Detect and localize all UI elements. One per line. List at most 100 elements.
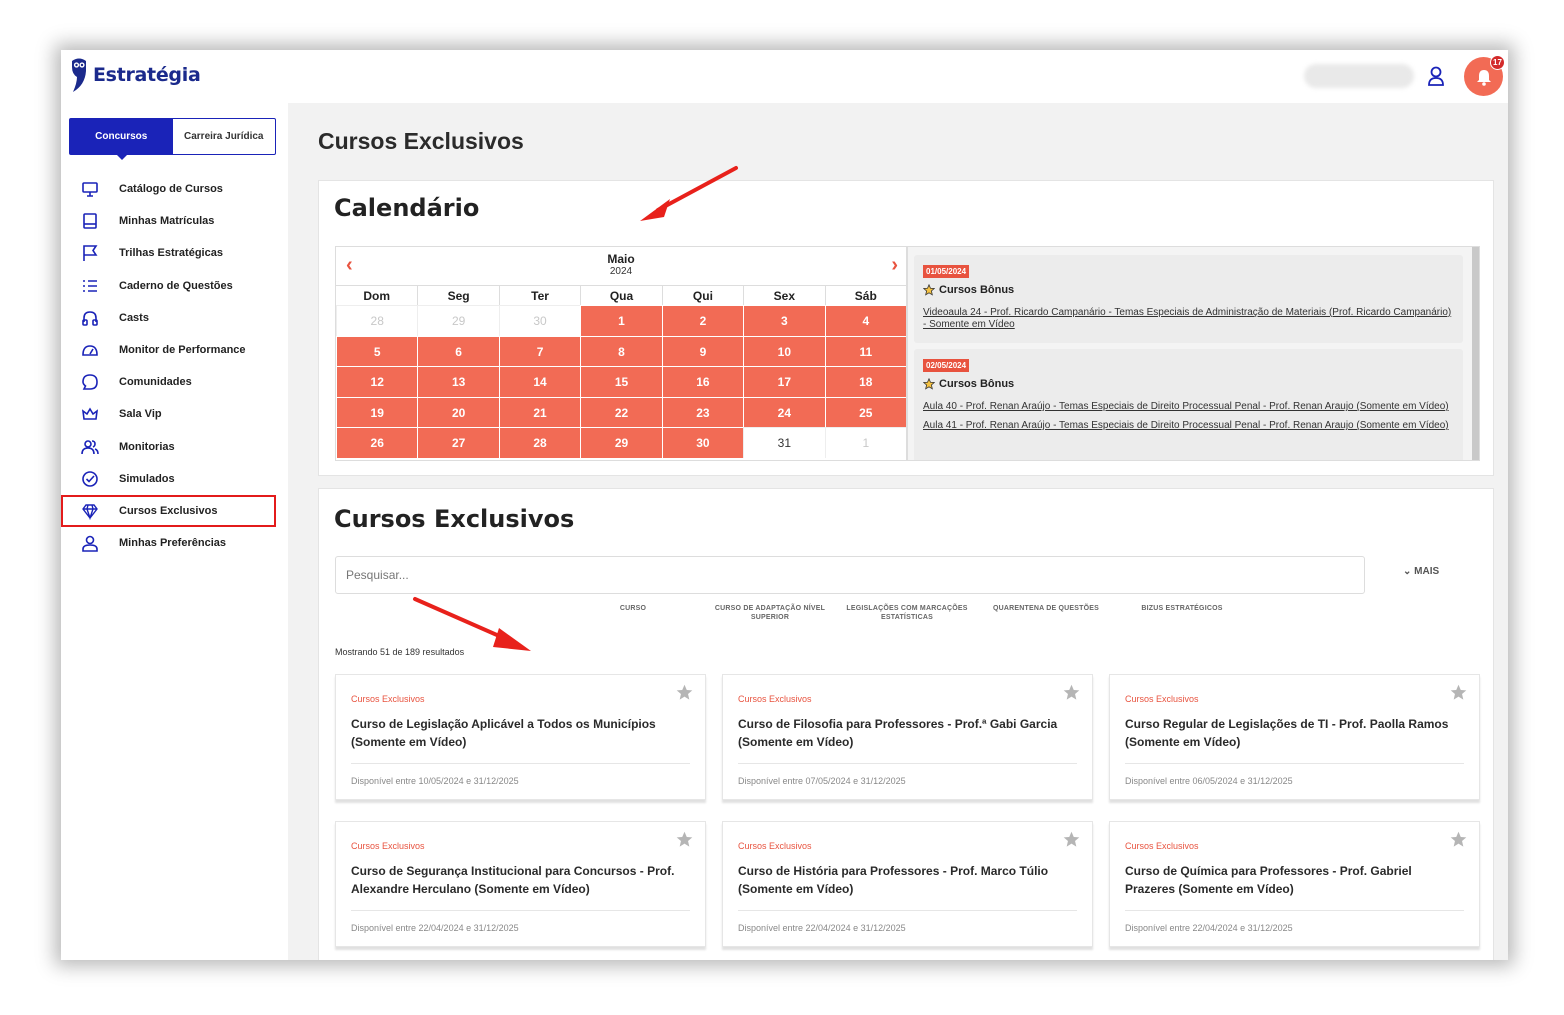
calendar-day[interactable]: 28 bbox=[336, 305, 418, 336]
course-card[interactable]: Cursos Exclusivos Curso de Segurança Ins… bbox=[335, 821, 706, 947]
calendar-day[interactable]: 4 bbox=[824, 305, 906, 336]
calendar-day[interactable]: 27 bbox=[417, 427, 499, 458]
sidebar-item-preferencias[interactable]: Minhas Preferências bbox=[61, 527, 288, 559]
sidebar-item-trilhas[interactable]: Trilhas Estratégicas bbox=[61, 237, 288, 269]
flag-icon bbox=[81, 244, 99, 262]
check-circle-icon bbox=[81, 470, 99, 488]
sidebar-item-monitorias[interactable]: Monitorias bbox=[61, 431, 288, 463]
filter-chip[interactable]: BIZUS ESTRATÉGICOS bbox=[1140, 604, 1224, 613]
course-title[interactable]: Curso de Segurança Institucional para Co… bbox=[351, 862, 681, 898]
calendar-day[interactable]: 24 bbox=[743, 396, 825, 428]
course-card[interactable]: Cursos Exclusivos Curso de Química para … bbox=[1109, 821, 1480, 947]
calendar-day[interactable]: 16 bbox=[661, 366, 744, 397]
course-card[interactable]: Cursos Exclusivos Curso de Filosofia par… bbox=[722, 674, 1093, 800]
event-link[interactable]: Aula 40 - Prof. Renan Araújo - Temas Esp… bbox=[923, 401, 1454, 413]
more-filters-button[interactable]: ⌄ MAIS bbox=[1403, 566, 1439, 577]
calendar-day[interactable]: 28 bbox=[498, 427, 581, 458]
favorite-star-icon[interactable] bbox=[1450, 831, 1467, 848]
notifications-badge: 17 bbox=[1490, 55, 1505, 70]
user-name-blurred[interactable] bbox=[1304, 64, 1414, 88]
favorite-star-icon[interactable] bbox=[1063, 684, 1080, 701]
calendar-day[interactable]: 19 bbox=[336, 396, 418, 428]
gauge-icon bbox=[81, 341, 99, 359]
filter-chip[interactable]: QUARENTENA DE QUESTÕES bbox=[992, 604, 1100, 613]
favorite-star-icon[interactable] bbox=[1450, 684, 1467, 701]
next-month-icon[interactable]: › bbox=[891, 255, 898, 275]
calendar-day[interactable]: 6 bbox=[417, 335, 499, 367]
calendar-day[interactable]: 29 bbox=[580, 427, 662, 458]
calendar-day[interactable]: 30 bbox=[498, 305, 581, 336]
notifications-button[interactable]: 17 bbox=[1464, 55, 1505, 96]
course-title[interactable]: Curso de Química para Professores - Prof… bbox=[1125, 862, 1455, 898]
calendar-day[interactable]: 17 bbox=[743, 366, 825, 397]
calendar-day[interactable]: 23 bbox=[661, 396, 744, 428]
calendar-day[interactable]: 22 bbox=[580, 396, 662, 428]
sidebar-item-simulados[interactable]: Simulados bbox=[61, 463, 288, 495]
event-link[interactable]: Videoaula 24 - Prof. Ricardo Campanário … bbox=[923, 307, 1454, 331]
course-title[interactable]: Curso de Legislação Aplicável a Todos os… bbox=[351, 715, 681, 751]
weekday-header: Sáb bbox=[824, 285, 906, 305]
calendar-day[interactable]: 15 bbox=[580, 366, 662, 397]
calendar-day[interactable]: 9 bbox=[661, 335, 744, 367]
search-input[interactable]: Pesquisar... bbox=[335, 556, 1365, 594]
sidebar-item-label: Cursos Exclusivos bbox=[119, 504, 218, 517]
calendar-day[interactable]: 14 bbox=[498, 366, 581, 397]
calendar-widget: ‹ Maio 2024 › Dom Seg Ter Qua Qui Sex Sáb 28 29 3… bbox=[335, 246, 907, 461]
sidebar-item-sala-vip[interactable]: Sala Vip bbox=[61, 398, 288, 430]
course-title[interactable]: Curso de Filosofia para Professores - Pr… bbox=[738, 715, 1068, 751]
course-card[interactable]: Cursos Exclusivos Curso de História para… bbox=[722, 821, 1093, 947]
bell-icon bbox=[1476, 69, 1491, 86]
calendar-panel: Calendário ‹ Maio 2024 › Dom Seg Ter Qua Qui… bbox=[318, 180, 1494, 476]
sidebar-item-matriculas[interactable]: Minhas Matrículas bbox=[61, 205, 288, 237]
calendar-day[interactable]: 8 bbox=[580, 335, 662, 367]
sidebar-item-monitor[interactable]: Monitor de Performance bbox=[61, 334, 288, 366]
sidebar-item-comunidades[interactable]: Comunidades bbox=[61, 366, 288, 398]
sidebar-item-caderno[interactable]: Caderno de Questões bbox=[61, 270, 288, 302]
favorite-star-icon[interactable] bbox=[676, 684, 693, 701]
calendar-day[interactable]: 11 bbox=[824, 335, 906, 367]
calendar-day[interactable]: 30 bbox=[661, 427, 744, 458]
calendar-day[interactable]: 18 bbox=[824, 366, 906, 397]
calendar-day[interactable]: 21 bbox=[498, 396, 581, 428]
calendar-day[interactable]: 1 bbox=[580, 305, 662, 336]
calendar-day[interactable]: 25 bbox=[824, 396, 906, 428]
course-card[interactable]: Cursos Exclusivos Curso Regular de Legis… bbox=[1109, 674, 1480, 800]
calendar-day[interactable]: 12 bbox=[336, 366, 418, 397]
annotation-arrow-icon bbox=[640, 166, 738, 221]
calendar-day[interactable]: 1 bbox=[824, 427, 906, 458]
prev-month-icon[interactable]: ‹ bbox=[346, 255, 353, 275]
calendar-day[interactable]: 5 bbox=[336, 335, 418, 367]
calendar-day[interactable]: 3 bbox=[743, 305, 825, 336]
top-bar: Estratégia 17 bbox=[61, 50, 1508, 103]
sidebar-item-cursos-exclusivos[interactable]: Cursos Exclusivos bbox=[61, 494, 276, 528]
favorite-star-icon[interactable] bbox=[1063, 831, 1080, 848]
filter-chip[interactable]: CURSO bbox=[619, 604, 647, 613]
tab-concursos[interactable]: Concursos bbox=[70, 119, 173, 160]
course-title[interactable]: Curso de História para Professores - Pro… bbox=[738, 862, 1068, 898]
weekday-header: Sex bbox=[743, 285, 825, 305]
list-icon bbox=[81, 277, 99, 295]
event-link[interactable]: Aula 41 - Prof. Renan Araújo - Temas Esp… bbox=[923, 420, 1454, 432]
calendar-day[interactable]: 29 bbox=[417, 305, 499, 336]
calendar-day[interactable]: 10 bbox=[743, 335, 825, 367]
favorite-star-icon[interactable] bbox=[676, 831, 693, 848]
sidebar-item-catalogo[interactable]: Catálogo de Cursos bbox=[61, 173, 288, 205]
user-icon[interactable] bbox=[1426, 65, 1446, 87]
calendar-day[interactable]: 31 bbox=[743, 427, 825, 458]
calendar-day[interactable]: 26 bbox=[336, 427, 418, 458]
brand-logo[interactable]: Estratégia bbox=[69, 57, 201, 93]
events-scrollbar[interactable] bbox=[1472, 247, 1479, 460]
course-card[interactable]: Cursos Exclusivos Curso de Legislação Ap… bbox=[335, 674, 706, 800]
sidebar-item-casts[interactable]: Casts bbox=[61, 302, 288, 334]
filter-chip[interactable]: LEGISLAÇÕES COM MARCAÇÕES ESTATÍSTICAS bbox=[846, 604, 968, 622]
calendar-day[interactable]: 7 bbox=[498, 335, 581, 367]
tab-carreira-juridica[interactable]: Carreira Jurídica bbox=[173, 119, 276, 154]
calendar-day[interactable]: 13 bbox=[417, 366, 499, 397]
calendar-day[interactable]: 20 bbox=[417, 396, 499, 428]
filter-chip[interactable]: CURSO DE ADAPTAÇÃO NÍVEL SUPERIOR bbox=[714, 604, 826, 622]
calendar-day[interactable]: 2 bbox=[661, 305, 744, 336]
page-title: Cursos Exclusivos bbox=[318, 128, 524, 154]
course-title[interactable]: Curso Regular de Legislações de TI - Pro… bbox=[1125, 715, 1455, 751]
sidebar-item-label: Simulados bbox=[119, 472, 175, 485]
card-divider bbox=[1125, 763, 1464, 764]
